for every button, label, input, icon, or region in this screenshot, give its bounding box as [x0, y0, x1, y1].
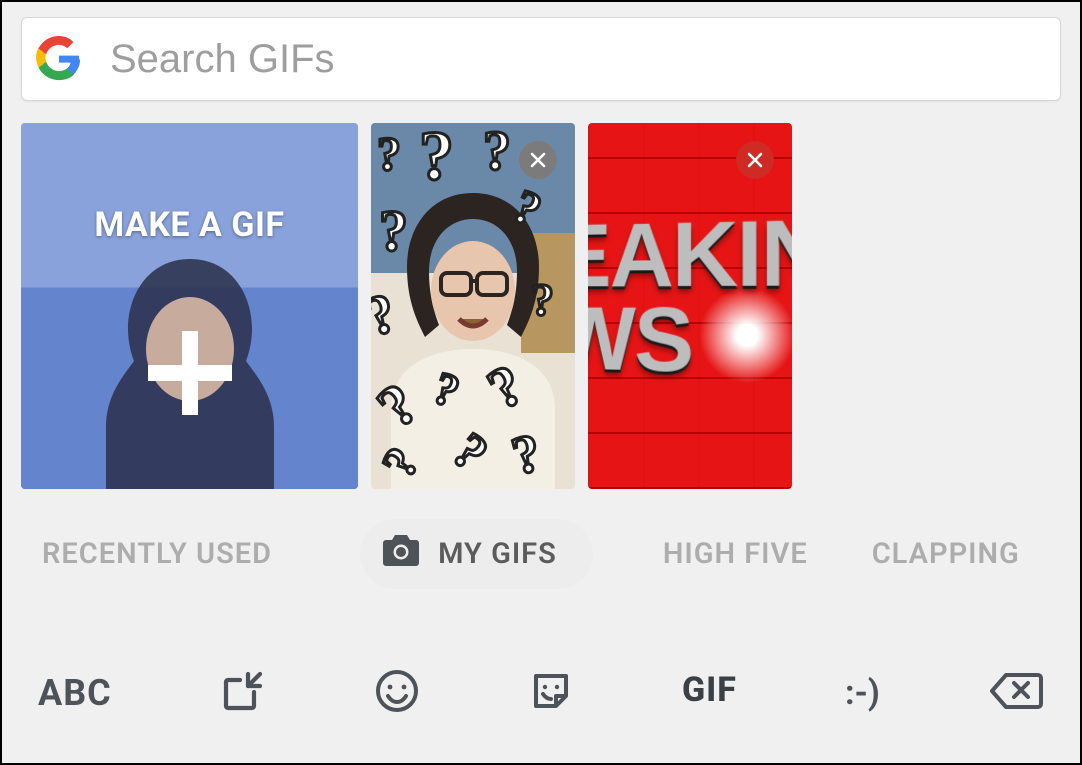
camera-icon: [382, 533, 420, 575]
delete-gif-button[interactable]: [519, 141, 557, 179]
category-recently-used[interactable]: RECENTLY USED: [42, 523, 272, 585]
gif-tab-button[interactable]: GIF: [682, 670, 737, 716]
search-bar-container: [2, 2, 1080, 113]
search-bar[interactable]: [21, 17, 1061, 101]
user-gif-tile[interactable]: ? ? ? ? ? ? ? ? ? ? ? ? ?: [371, 123, 575, 489]
sticker-icon: [528, 668, 574, 718]
news-gif-tile[interactable]: EAKIN WS: [588, 123, 792, 489]
close-icon: [746, 151, 764, 169]
plus-icon: [142, 325, 238, 421]
search-panel-button[interactable]: [220, 668, 266, 718]
abc-keyboard-button[interactable]: ABC: [38, 672, 112, 714]
delete-gif-button[interactable]: [736, 141, 774, 179]
make-gif-label: MAKE A GIF: [94, 205, 284, 245]
keyboard-toolbar: ABC: [2, 633, 1080, 763]
google-icon: [36, 36, 82, 82]
make-gif-tile[interactable]: MAKE A GIF: [21, 123, 358, 489]
backspace-button[interactable]: [988, 669, 1044, 717]
category-label: MY GIFS: [438, 537, 557, 571]
emoji-button[interactable]: [374, 668, 420, 718]
gif-grid: MAKE A GIF: [2, 113, 1080, 489]
emoji-icon: [374, 668, 420, 718]
category-clapping[interactable]: CLAPPING: [872, 523, 1020, 585]
category-high-five[interactable]: HIGH FIVE: [663, 523, 808, 585]
sticker-button[interactable]: [528, 668, 574, 718]
breaking-news-text: EAKIN WS: [588, 210, 792, 386]
emoticon-button[interactable]: :-): [845, 673, 880, 713]
search-input[interactable]: [110, 37, 1046, 82]
category-tab-row: RECENTLY USED MY GIFS HIGH FIVE CLAPPING…: [2, 489, 1080, 589]
category-my-gifs[interactable]: MY GIFS: [360, 519, 593, 589]
search-panel-icon: [220, 668, 266, 718]
gif-label: GIF: [682, 670, 737, 710]
close-icon: [529, 151, 547, 169]
backspace-icon: [988, 669, 1044, 717]
